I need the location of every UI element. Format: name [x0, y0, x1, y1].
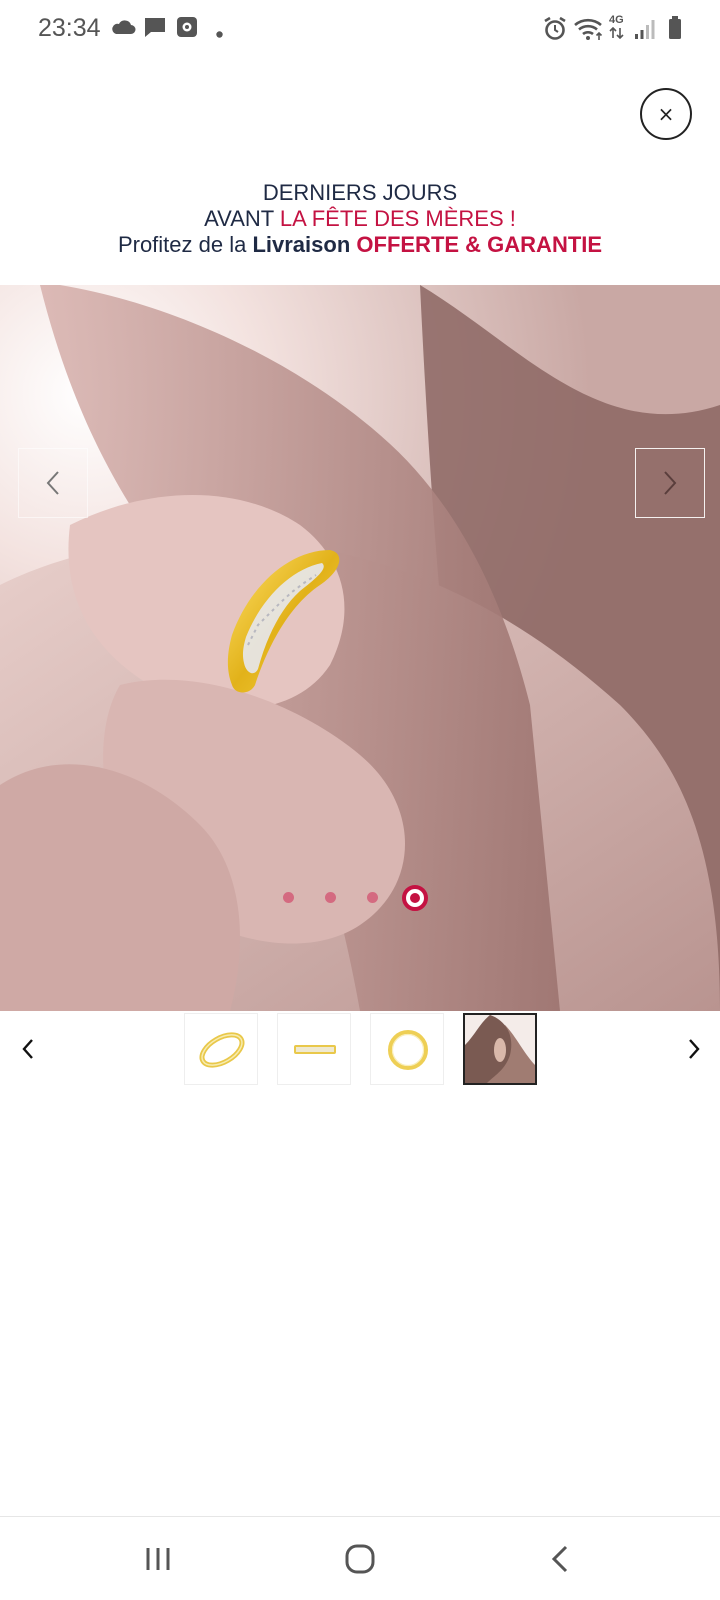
status-bar: 23:34 4G	[0, 0, 720, 60]
promo-line-2-prefix: AVANT	[204, 206, 280, 231]
screen-record-icon	[176, 16, 198, 43]
system-navigation-bar	[0, 1516, 720, 1600]
promo-line-3-prefix: Profitez de la	[117, 232, 253, 257]
chevron-right-icon	[689, 1039, 700, 1059]
promo-line-3: Profitez de la Livraison OFFERTE & GARAN…	[0, 232, 720, 258]
close-button[interactable]: ×	[640, 88, 692, 140]
network-4g-icon: 4G	[609, 14, 625, 44]
ring-top-thumbnail[interactable]	[370, 1013, 444, 1085]
cloud-icon	[110, 18, 136, 41]
thumbnail-strip	[0, 1011, 720, 1087]
slide-indicators	[0, 882, 720, 912]
status-time: 23:34	[38, 14, 101, 42]
product-image-carousel[interactable]	[0, 285, 720, 1011]
message-icon	[143, 16, 167, 45]
dot-icon	[216, 25, 223, 43]
thumbnails-next-button[interactable]	[676, 1031, 712, 1067]
slide-dot[interactable]	[325, 892, 336, 903]
signal-icon	[634, 18, 656, 45]
promo-line-2: AVANT LA FÊTE DES MÈRES !	[0, 206, 720, 232]
slide-dot[interactable]	[367, 892, 378, 903]
previous-slide-button[interactable]	[18, 448, 88, 518]
slide-dot-active[interactable]	[402, 885, 428, 911]
network-label: 4G	[609, 14, 624, 26]
battery-icon	[668, 16, 682, 45]
wifi-icon	[574, 17, 604, 46]
chevron-right-icon	[664, 471, 677, 495]
close-icon: ×	[657, 102, 675, 126]
chevron-left-icon	[22, 1039, 33, 1059]
promo-line-3-highlight: OFFERTE & GARANTIE	[356, 232, 603, 257]
promo-banner: DERNIERS JOURS AVANT LA FÊTE DES MÈRES !…	[0, 180, 720, 258]
next-slide-button[interactable]	[635, 448, 705, 518]
thumbnails-prev-button[interactable]	[10, 1031, 46, 1067]
back-icon	[551, 1545, 568, 1573]
chevron-left-icon	[46, 471, 59, 495]
home-button[interactable]	[330, 1537, 390, 1581]
promo-line-1: DERNIERS JOURS	[262, 180, 458, 205]
recent-apps-button[interactable]	[128, 1537, 188, 1581]
promo-line-3-bold: Livraison	[252, 232, 351, 257]
alarm-icon	[543, 16, 567, 47]
recent-apps-icon	[146, 1548, 170, 1570]
ring-angled-thumbnail[interactable]	[184, 1013, 258, 1085]
slide-dot[interactable]	[283, 892, 294, 903]
promo-line-2-highlight: LA FÊTE DES MÈRES !	[279, 206, 516, 231]
back-button[interactable]	[530, 1537, 590, 1581]
home-icon	[345, 1544, 375, 1574]
ring-side-thumbnail[interactable]	[277, 1013, 351, 1085]
ring-worn-thumbnail[interactable]	[463, 1013, 537, 1085]
